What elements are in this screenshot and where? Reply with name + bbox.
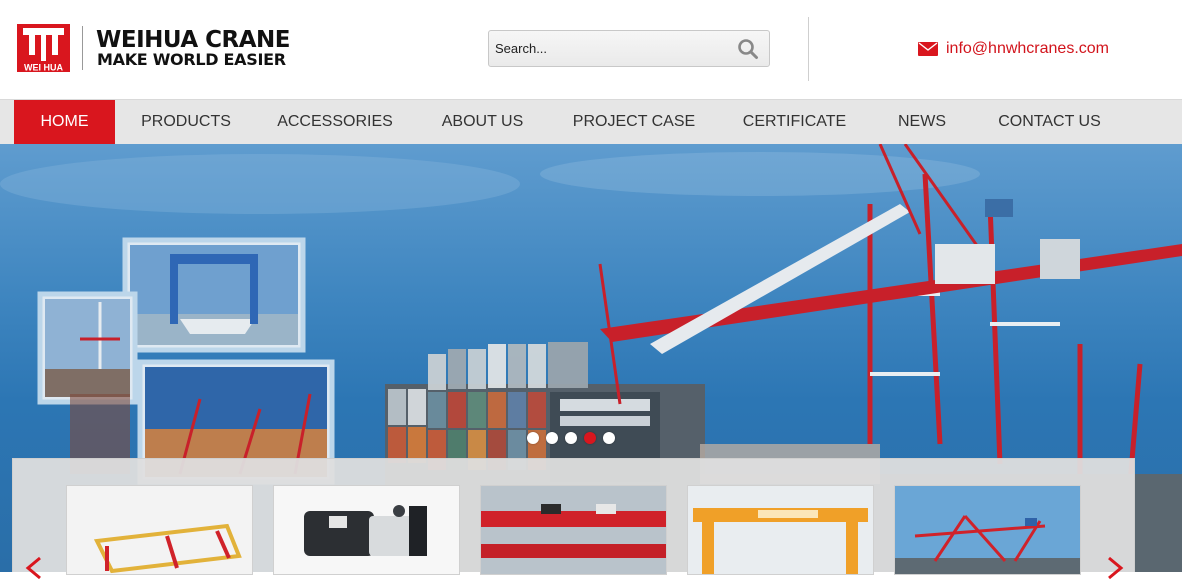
brand-slogan: MAKE WORLD EASIER bbox=[97, 50, 286, 69]
nav-item-certificate[interactable]: CERTIFICATE bbox=[733, 100, 856, 145]
search-input[interactable] bbox=[489, 31, 727, 66]
crane-frame-photo bbox=[67, 486, 252, 574]
chevron-right-icon[interactable] bbox=[1103, 556, 1127, 580]
logo-text: WEI HUA bbox=[24, 63, 63, 73]
logo-divider bbox=[82, 26, 83, 70]
electric-hoist-photo bbox=[274, 486, 459, 574]
product-thumb-overhead-crane[interactable] bbox=[480, 485, 667, 575]
nav-item-project-case[interactable]: PROJECT CASE bbox=[565, 100, 703, 145]
main-nav: HOME PRODUCTS ACCESSORIES ABOUT US PROJE… bbox=[0, 99, 1182, 145]
nav-item-about-us[interactable]: ABOUT US bbox=[430, 100, 535, 145]
product-carousel bbox=[12, 458, 1135, 575]
slider-dot-4[interactable] bbox=[584, 432, 596, 444]
overhead-crane-photo bbox=[481, 486, 666, 574]
weihua-logo-icon[interactable]: WEI HUA bbox=[17, 24, 70, 72]
email-link[interactable]: info@hnwhcranes.com bbox=[946, 40, 1109, 58]
product-thumb-gantry-crane[interactable] bbox=[687, 485, 874, 575]
nav-item-contact-us[interactable]: CONTACT US bbox=[988, 100, 1111, 145]
nav-item-products[interactable]: PRODUCTS bbox=[130, 100, 242, 145]
product-thumb-port-crane[interactable] bbox=[894, 485, 1081, 575]
search-icon[interactable] bbox=[737, 38, 759, 60]
nav-item-home[interactable]: HOME bbox=[14, 100, 115, 145]
slider-dot-2[interactable] bbox=[546, 432, 558, 444]
chevron-left-icon[interactable] bbox=[22, 556, 46, 580]
envelope-icon bbox=[918, 42, 938, 56]
product-thumb-crane-frame[interactable] bbox=[66, 485, 253, 575]
brand-title: WEIHUA CRANE bbox=[96, 27, 291, 53]
search-box bbox=[488, 30, 770, 67]
product-thumb-electric-hoist[interactable] bbox=[273, 485, 460, 575]
port-crane-photo bbox=[895, 486, 1080, 574]
gantry-crane-photo bbox=[688, 486, 873, 574]
slider-dot-5[interactable] bbox=[603, 432, 615, 444]
slider-dot-1[interactable] bbox=[527, 432, 539, 444]
slider-dot-3[interactable] bbox=[565, 432, 577, 444]
header-divider bbox=[808, 17, 809, 81]
nav-item-accessories[interactable]: ACCESSORIES bbox=[270, 100, 400, 145]
header: WEI HUA WEIHUA CRANE MAKE WORLD EASIER i… bbox=[0, 0, 1182, 99]
nav-item-news[interactable]: NEWS bbox=[886, 100, 958, 145]
